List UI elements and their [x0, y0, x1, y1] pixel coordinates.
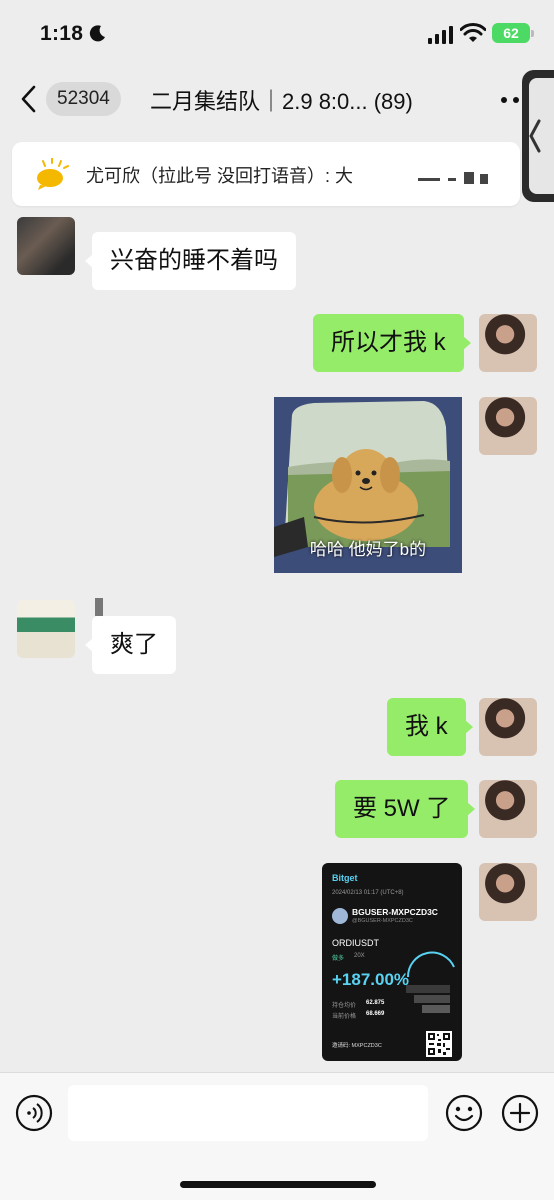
- chat-header: 52304 二月集结队｜2.9 8:0... (89): [0, 70, 554, 130]
- speech-bubble-icon: [37, 158, 69, 190]
- card-handle: @BGUSER-MXPCZD3C: [352, 918, 413, 924]
- invite-code: 邀请码: MXPCZD3C: [332, 1043, 382, 1049]
- sticker-image[interactable]: 哈哈 他妈了b的: [274, 397, 462, 573]
- position-side: 做多: [332, 956, 345, 962]
- message-bubble[interactable]: 所以才我 k: [313, 314, 471, 372]
- status-bar: 1:18 62: [0, 0, 554, 62]
- back-chevron-icon[interactable]: [18, 84, 40, 114]
- plus-icon[interactable]: [500, 1093, 540, 1133]
- trading-pair: ORDIUSDT: [332, 938, 379, 948]
- bitget-logo: Bitget: [332, 873, 358, 883]
- redacted-text: [448, 178, 456, 181]
- user-avatar: [332, 908, 348, 924]
- avatar[interactable]: [479, 314, 537, 372]
- message-text-input[interactable]: [68, 1085, 428, 1141]
- message-bubble[interactable]: 要 5W 了: [335, 780, 476, 838]
- leverage: 20X: [354, 953, 365, 959]
- floating-side-tab[interactable]: [522, 70, 554, 202]
- avatar[interactable]: [17, 217, 75, 275]
- avatar[interactable]: [479, 397, 537, 455]
- home-indicator: [180, 1181, 376, 1188]
- more-options-icon[interactable]: [500, 96, 520, 104]
- trade-screenshot-image[interactable]: Bitget 2024/02/13 01:17 (UTC+8) BGUSER-M…: [322, 863, 462, 1061]
- qr-code-icon: [426, 1031, 452, 1057]
- progress-arc-graphic: [406, 951, 455, 1013]
- avatar[interactable]: [479, 698, 537, 756]
- card-username: BGUSER-MXPCZD3C: [352, 907, 438, 917]
- sticker-caption: 哈哈 他妈了b的: [309, 540, 427, 559]
- redacted-text: [480, 174, 488, 184]
- avg-price-value: 62.875: [366, 1000, 385, 1006]
- notice-text: 尤可欣（拉此号 没回打语音）: 大: [86, 166, 354, 186]
- message-input-bar: [0, 1072, 554, 1200]
- pnl-percent: +187.00%: [332, 970, 410, 989]
- side-chevron-icon: [529, 119, 541, 153]
- avg-price-label: 持仓均价: [332, 1003, 357, 1009]
- message-bubble[interactable]: 兴奋的睡不着吗: [85, 232, 296, 290]
- avatar[interactable]: [17, 600, 75, 658]
- voice-input-icon[interactable]: [14, 1093, 54, 1133]
- redacted-text: [95, 598, 103, 616]
- redacted-text: [464, 172, 474, 184]
- avatar[interactable]: [479, 780, 537, 838]
- emoji-icon[interactable]: [444, 1093, 484, 1133]
- chat-title: 二月集结队｜2.9 8:0... (89): [150, 89, 413, 114]
- redacted-text: [418, 178, 440, 181]
- cellular-signal-icon: [428, 26, 453, 44]
- pinned-notice[interactable]: 尤可欣（拉此号 没回打语音）: 大: [12, 142, 520, 206]
- mark-price-label: 当前价格: [332, 1014, 357, 1020]
- message-bubble[interactable]: 我 k: [387, 698, 473, 756]
- unread-count-badge[interactable]: 52304: [46, 82, 121, 116]
- battery-indicator: 62: [492, 23, 534, 43]
- card-timestamp: 2024/02/13 01:17 (UTC+8): [332, 890, 404, 896]
- status-time: 1:18: [40, 22, 84, 45]
- avatar[interactable]: [479, 863, 537, 921]
- message-bubble[interactable]: 爽了: [85, 616, 176, 674]
- moon-icon: [89, 25, 105, 42]
- wifi-icon: [460, 23, 486, 42]
- mark-price-value: 68.669: [366, 1011, 385, 1017]
